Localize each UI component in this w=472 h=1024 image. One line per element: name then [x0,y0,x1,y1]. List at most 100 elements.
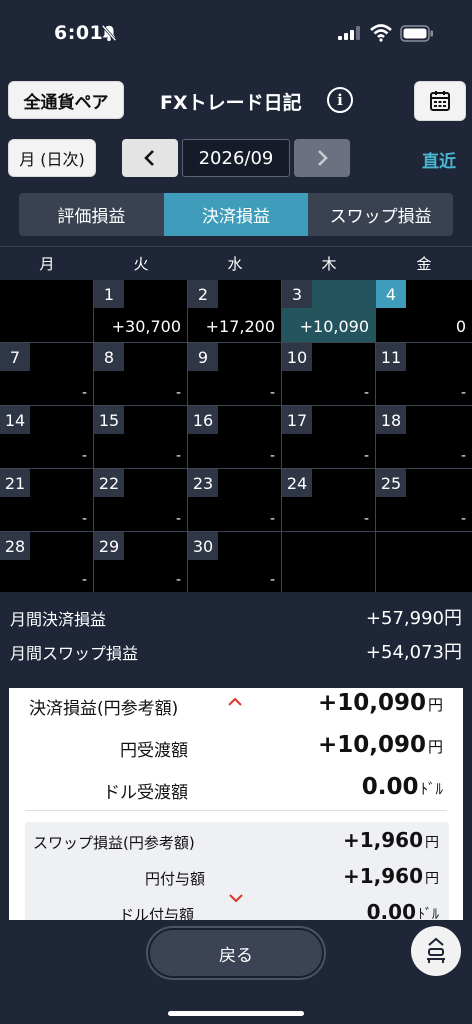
swap-pnl-value: +1,960 円 [342,828,439,852]
calendar-day-cell[interactable]: 21 - [0,469,94,532]
bell-slash-icon [101,24,117,42]
calendar-day-number: 14 [0,406,30,434]
calendar-day-number: 2 [188,280,218,308]
tab-swap-pnl[interactable]: スワップ損益 [308,193,454,236]
view-mode-button[interactable]: 月 (日次) [8,139,96,177]
calendar-day-amount: - [363,511,369,527]
calendar-day-amount: - [81,448,87,464]
next-month-button[interactable] [294,139,350,177]
calendar-day-cell[interactable]: 3 +10,090 [282,280,376,343]
calendar-day-amount: +17,200 [205,317,275,336]
day-detail-panel[interactable]: 決済損益(円参考額) +10,090 円 円受渡額 +10,090 円 ドル受渡額 … [9,688,463,920]
calendar-day-amount: - [460,385,466,401]
status-time: 6:01 [54,22,104,44]
calendar-day-cell[interactable]: 14 - [0,406,94,469]
divider [25,810,447,811]
calendar-day-amount: - [269,385,275,401]
calendar-day-amount: +10,090 [299,317,369,336]
all-pairs-button[interactable]: 全通貨ペア [8,81,124,119]
calendar-day-amount: - [81,572,87,588]
calendar-button[interactable] [414,81,466,121]
calendar-day-amount: - [269,572,275,588]
chevron-up-icon[interactable] [228,698,242,706]
status-bar: 6:01 [0,0,472,70]
yen-delivery-value: +10,090 円 [317,732,443,758]
back-button[interactable]: 戻る [148,928,324,978]
calendar-day-cell[interactable]: 40 [376,280,472,343]
calendar-day-cell[interactable]: 10 - [282,343,376,406]
calendar-day-amount: - [175,572,181,588]
chevron-left-icon [144,150,154,166]
calendar-day-amount: - [269,448,275,464]
calendar-empty-cell [376,532,472,592]
calendar-day-cell[interactable]: 23 - [188,469,282,532]
calendar-day-number: 7 [0,343,30,371]
calendar-empty-cell [0,280,94,343]
calendar-day-number: 1 [94,280,124,308]
calendar-day-amount: +30,700 [111,317,181,336]
calendar-day-number: 3 [282,280,312,308]
calendar-day-number: 11 [376,343,406,371]
calendar-day-cell[interactable]: 24 - [282,469,376,532]
calendar-day-cell[interactable]: 28 - [0,532,94,592]
calendar-day-number: 24 [282,469,312,497]
calendar-day-cell[interactable]: 30 - [188,532,282,592]
calendar-day-amount: - [460,511,466,527]
tab-valuation-pnl[interactable]: 評価損益 [19,193,164,236]
weekday-label: 月 [39,255,55,273]
calendar-day-cell[interactable]: 16 - [188,406,282,469]
calendar-day-cell[interactable]: 17 - [282,406,376,469]
chevron-down-icon[interactable] [229,894,243,902]
calendar-day-number: 22 [94,469,124,497]
swap-detail-box: スワップ損益(円参考額) +1,960 円 円付与額 +1,960 円 ドル付与額 … [25,822,449,920]
calendar-empty-cell [282,532,376,592]
settled-pnl-value: +10,090 円 [317,690,443,716]
calendar-day-number: 4 [376,280,406,308]
yen-grant-label: 円付与額 [145,870,206,888]
monthly-settled-label: 月間決済損益 [10,610,107,629]
calendar-day-amount: - [175,385,181,401]
weekday-header: 月 火 水 木 金 [0,246,472,280]
calendar-day-number: 9 [188,343,218,371]
calendar-day-number: 10 [282,343,312,371]
calendar-day-cell[interactable]: 9- [188,343,282,406]
calendar-day-amount: - [175,511,181,527]
calendar-day-cell[interactable]: 8- [94,343,188,406]
calendar-day-cell[interactable]: 2 +17,200 [188,280,282,343]
calendar-day-cell[interactable]: 25 - [376,469,472,532]
weekday-label: 金 [416,255,432,273]
calendar-day-amount: - [81,511,87,527]
usd-grant-label: ドル付与額 [119,906,195,920]
calendar-day-amount: - [363,448,369,464]
calendar-day-cell[interactable]: 18 - [376,406,472,469]
signal-icon [338,26,360,40]
previous-month-button[interactable] [122,139,178,177]
scroll-top-button[interactable] [411,926,461,976]
calendar-day-cell[interactable]: 29 - [94,532,188,592]
weekday-label: 木 [321,255,337,273]
recent-link[interactable]: 直近 [422,147,456,172]
calendar-day-number: 21 [0,469,30,497]
current-month[interactable]: 2026/09 [182,139,290,177]
monthly-swap-value: +54,073円 [365,642,462,663]
calendar-day-number: 29 [94,532,124,560]
calendar-day-amount: - [460,448,466,464]
chevron-right-icon [318,150,328,166]
calendar-day-cell[interactable]: 22 - [94,469,188,532]
weekday-label: 水 [227,255,243,273]
tab-settled-pnl[interactable]: 決済損益 [163,193,309,236]
calendar-day-number: 23 [188,469,218,497]
month-navigation: 月 (日次) 2026/09 直近 [0,139,472,179]
calendar-day-cell[interactable]: 11 - [376,343,472,406]
usd-delivery-label: ドル受渡額 [103,783,188,803]
header: 全通貨ペア FXトレード日記 i [0,78,472,126]
info-icon[interactable]: i [327,87,353,113]
calendar-day-cell[interactable]: 15 - [94,406,188,469]
calendar-day-number: 30 [188,532,218,560]
calendar-day-amount: - [363,385,369,401]
settled-pnl-label: 決済損益(円参考額) [29,699,179,719]
home-indicator [168,1011,304,1016]
calendar-day-cell[interactable]: 7- [0,343,94,406]
calendar-day-cell[interactable]: 1 +30,700 [94,280,188,343]
calendar-day-amount: - [269,511,275,527]
